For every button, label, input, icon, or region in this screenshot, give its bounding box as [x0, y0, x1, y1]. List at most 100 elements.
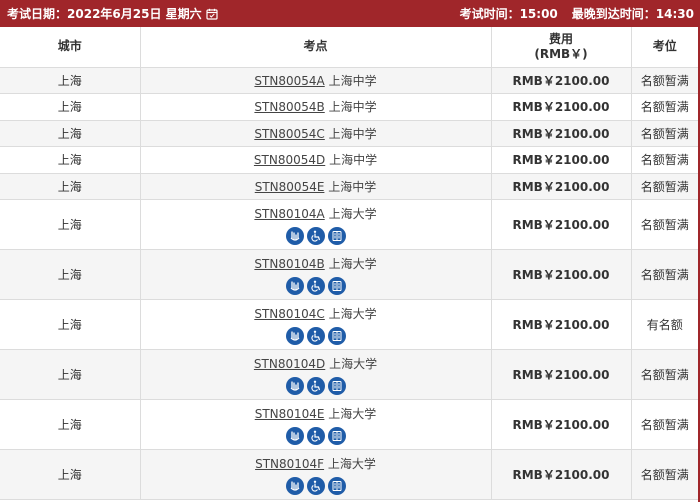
venue-name: 上海中学 [329, 153, 378, 168]
table-row: 上海 STN80104D 上海大学 RMB￥2100.00 名额暂满 [0, 349, 698, 400]
exam-time-value: 15:00 [519, 6, 558, 21]
cell-fee: RMB￥2100.00 [491, 146, 632, 174]
cell-city: 上海 [0, 146, 141, 174]
facility-icons [141, 476, 491, 495]
cell-fee: RMB￥2100.00 [491, 67, 632, 94]
venue-code-link[interactable]: STN80104D [254, 357, 325, 371]
accessible-icon [306, 476, 325, 495]
cell-city: 上海 [0, 199, 141, 250]
venue-code-link[interactable]: STN80104E [255, 407, 325, 421]
venue-code-link[interactable]: STN80104B [254, 257, 324, 271]
column-header-city: 城市 [0, 27, 141, 68]
venue-name: 上海中学 [328, 73, 377, 88]
table-row: 上海 STN80054A 上海中学 RMB￥2100.00 名额暂满 [0, 67, 698, 94]
cell-city: 上海 [0, 349, 141, 400]
cell-venue: STN80054E 上海中学 [140, 173, 492, 200]
cell-seat-status: 名额暂满 [631, 449, 698, 500]
table-row: 上海 STN80104E 上海大学 RMB￥2100.00 名额暂满 [0, 399, 698, 450]
column-header-fee-unit: (RMB￥) [534, 46, 588, 61]
cell-seat-status: 名额暂满 [631, 249, 698, 300]
exam-date-value: 2022年6月25日 星期六 [67, 7, 202, 21]
elevator-icon [285, 276, 304, 295]
venue-name: 上海中学 [328, 179, 377, 194]
cell-seat-status: 名额暂满 [631, 120, 698, 147]
cell-fee: RMB￥2100.00 [491, 93, 632, 121]
cell-venue: STN80054B 上海中学 [140, 93, 492, 121]
cell-seat-status: 名额暂满 [631, 173, 698, 200]
facility-icons [141, 226, 491, 245]
venue-name: 上海大学 [328, 306, 377, 321]
cell-venue: STN80104C 上海大学 [140, 299, 492, 350]
venue-name: 上海大学 [328, 256, 377, 271]
restroom-icon [327, 226, 346, 245]
table-row: 上海 STN80054E 上海中学 RMB￥2100.00 名额暂满 [0, 173, 698, 200]
facility-icons [141, 376, 491, 395]
restroom-icon [327, 326, 346, 345]
cell-seat-status: 名额暂满 [631, 67, 698, 94]
cell-city: 上海 [0, 173, 141, 200]
restroom-icon [327, 276, 346, 295]
venue-code-link[interactable]: STN80054B [254, 100, 324, 114]
venue-code-link[interactable]: STN80054A [254, 74, 324, 88]
exam-time-group: 考试时间： 15:00 最晚到达时间： 14:30 [460, 5, 694, 22]
cell-city: 上海 [0, 249, 141, 300]
cell-seat-status: 有名额 [631, 299, 698, 350]
venue-code-link[interactable]: STN80054E [255, 180, 325, 194]
elevator-icon [285, 326, 304, 345]
table-row: 上海 STN80104B 上海大学 RMB￥2100.00 名额暂满 [0, 249, 698, 300]
test-center-table: 城市 考点 费用 (RMB￥) 考位 上海 STN80054A 上海中学 RMB￥2… [0, 27, 698, 500]
cell-city: 上海 [0, 449, 141, 500]
table-row: 上海 STN80104F 上海大学 RMB￥2100.00 名额暂满 [0, 449, 698, 500]
cell-seat-status: 名额暂满 [631, 199, 698, 250]
exam-date-group: 考试日期： 2022年6月25日 星期六 [7, 5, 218, 22]
cell-venue: STN80104A 上海大学 [140, 199, 492, 250]
cell-city: 上海 [0, 67, 141, 94]
cell-city: 上海 [0, 93, 141, 121]
table-row: 上海 STN80104A 上海大学 RMB￥2100.00 名额暂满 [0, 199, 698, 250]
elevator-icon [285, 226, 304, 245]
cell-fee: RMB￥2100.00 [491, 249, 632, 300]
column-header-venue: 考点 [140, 27, 492, 68]
venue-code-link[interactable]: STN80104C [254, 307, 324, 321]
venue-code-link[interactable]: STN80054C [254, 127, 324, 141]
venue-code-link[interactable]: STN80104F [255, 457, 324, 471]
calendar-icon[interactable] [206, 8, 218, 20]
facility-icons [141, 426, 491, 445]
cell-venue: STN80104B 上海大学 [140, 249, 492, 300]
accessible-icon [306, 226, 325, 245]
table-row: 上海 STN80054D 上海中学 RMB￥2100.00 名额暂满 [0, 146, 698, 174]
cell-venue: STN80054A 上海中学 [140, 67, 492, 94]
facility-icons [141, 276, 491, 295]
cell-venue: STN80104F 上海大学 [140, 449, 492, 500]
venue-name: 上海中学 [328, 100, 377, 115]
accessible-icon [306, 276, 325, 295]
venue-code-link[interactable]: STN80104A [254, 207, 324, 221]
table-row: 上海 STN80054B 上海中学 RMB￥2100.00 名额暂满 [0, 93, 698, 121]
cell-city: 上海 [0, 299, 141, 350]
venue-code-link[interactable]: STN80054D [254, 153, 325, 167]
venue-name: 上海大学 [328, 406, 377, 421]
cell-fee: RMB￥2100.00 [491, 199, 632, 250]
restroom-icon [327, 476, 346, 495]
column-header-seat: 考位 [631, 27, 698, 68]
cell-fee: RMB￥2100.00 [491, 349, 632, 400]
cell-venue: STN80054C 上海中学 [140, 120, 492, 147]
column-header-fee: 费用 (RMB￥) [491, 27, 632, 68]
cell-seat-status: 名额暂满 [631, 349, 698, 400]
restroom-icon [327, 376, 346, 395]
facility-icons [141, 326, 491, 345]
cell-fee: RMB￥2100.00 [491, 399, 632, 450]
exam-time-label: 考试时间： [459, 7, 520, 21]
accessible-icon [306, 426, 325, 445]
table-header-row: 城市 考点 费用 (RMB￥) 考位 [0, 27, 698, 68]
accessible-icon [306, 326, 325, 345]
cell-venue: STN80104E 上海大学 [140, 399, 492, 450]
exam-info-bar: 考试日期： 2022年6月25日 星期六 考试时间： 15:00 最晚到达时间：… [0, 0, 700, 27]
table-row: 上海 STN80104C 上海大学 RMB￥2100.00 有名额 [0, 299, 698, 350]
cell-seat-status: 名额暂满 [631, 146, 698, 174]
venue-name: 上海中学 [328, 126, 377, 141]
cell-seat-status: 名额暂满 [631, 93, 698, 121]
elevator-icon [285, 476, 304, 495]
cell-city: 上海 [0, 399, 141, 450]
venue-name: 上海大学 [327, 456, 376, 471]
